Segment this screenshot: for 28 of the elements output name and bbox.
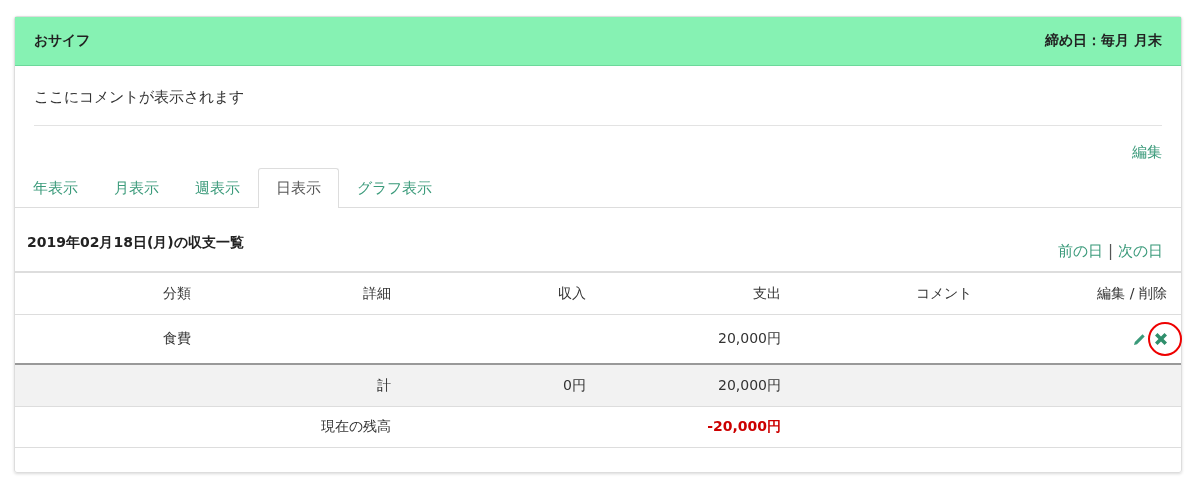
- summary-label: 計: [376, 376, 392, 395]
- pencil-icon[interactable]: [1133, 332, 1146, 346]
- column-header: 分類: [162, 284, 192, 303]
- column-header: 支出: [752, 284, 782, 303]
- table-cell-text: 0円: [562, 376, 587, 395]
- view-tab[interactable]: グラフ表示: [339, 168, 450, 208]
- column-header: 収入: [557, 284, 587, 303]
- previous-day-link[interactable]: 前の日: [1057, 242, 1103, 261]
- next-day-link[interactable]: 次の日: [1118, 242, 1163, 261]
- column-header: 詳細: [362, 284, 392, 303]
- view-tab[interactable]: 週表示: [177, 168, 258, 208]
- delete-icon[interactable]: [1153, 331, 1169, 347]
- summary-label: 現在の残高: [320, 418, 392, 436]
- view-tab[interactable]: 日表示: [258, 168, 339, 208]
- column-header: コメント: [915, 284, 973, 303]
- link-separator: |: [1107, 242, 1113, 261]
- view-tab[interactable]: 年表示: [15, 168, 96, 208]
- table-cell-text: 20,000円: [717, 330, 782, 348]
- view-tab[interactable]: 月表示: [96, 168, 177, 208]
- table-cell-text: -20,000円: [706, 418, 782, 436]
- column-header: 編集 / 削除: [1096, 284, 1168, 303]
- closing-day: 締め日：毎月 月末: [1045, 32, 1162, 50]
- table-cell-text: 食費: [162, 330, 192, 348]
- list-heading: 2019年02月18日(月)の収支一覧: [27, 234, 244, 252]
- table-cell-text: 20,000円: [717, 376, 782, 395]
- edit-link[interactable]: 編集: [1132, 143, 1162, 162]
- comment-text: ここにコメントが表示されます: [34, 88, 244, 106]
- panel-title: おサイフ: [34, 32, 90, 50]
